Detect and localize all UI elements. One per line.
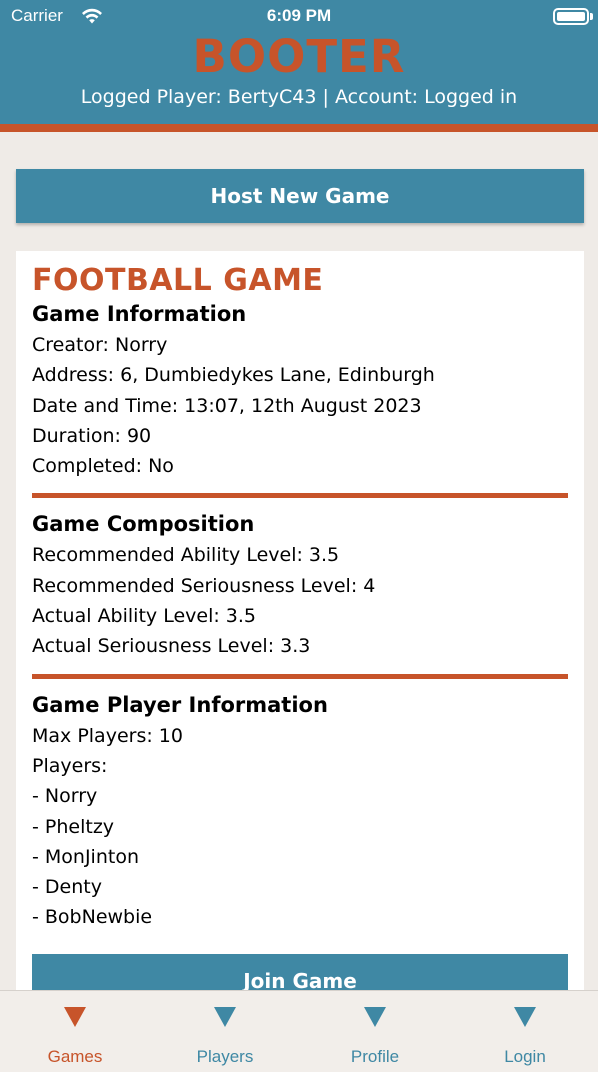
section-divider <box>32 493 568 499</box>
players-label: Players: <box>32 754 108 777</box>
player-list-item: - Denty <box>32 876 102 899</box>
player-list-item: - BobNewbie <box>32 906 153 929</box>
game-player-information-heading: Game Player Information <box>32 692 328 717</box>
actual-seriousness-text: Actual Seriousness Level: 3.3 <box>32 635 311 658</box>
tab-games[interactable]: Games <box>0 991 150 1072</box>
player-list-item: - Norry <box>32 785 98 808</box>
app-brand-title: BOOTER <box>192 30 406 83</box>
tab-players[interactable]: Players <box>150 991 300 1072</box>
status-time: 6:09 PM <box>266 6 332 25</box>
tab-login[interactable]: Login <box>450 991 598 1072</box>
game-information-heading: Game Information <box>32 302 247 326</box>
game-player-section: Max Players: 10 Players: - Norry - Phelt… <box>32 721 568 933</box>
datetime-text: Date and Time: 13:07, 12th August 2023 <box>32 394 422 417</box>
app-header: Carrier 6:09 PM BOOTER Logged Player: Be… <box>0 0 598 126</box>
bottom-tab-bar: Games Players Profile Login <box>0 990 598 1072</box>
actual-ability-text: Actual Ability Level: 3.5 <box>32 605 257 628</box>
address-text: Address: 6, Dumbiedykes Lane, Edinburgh <box>32 364 435 387</box>
recommended-ability-text: Recommended Ability Level: 3.5 <box>32 544 340 567</box>
game-card: FOOTBALL GAME Game Information Creator: … <box>16 251 584 1011</box>
triangle-down-icon <box>514 1007 536 1027</box>
tab-label: Players <box>196 1047 254 1066</box>
logged-player-info: Logged Player: BertyC43 | Account: Logge… <box>80 86 518 108</box>
player-list-item: - Pheltzy <box>32 815 115 838</box>
host-new-game-button[interactable]: Host New Game <box>16 169 584 223</box>
status-bar: Carrier 6:09 PM <box>0 0 598 34</box>
tab-label: Games <box>47 1047 103 1066</box>
game-card-title: FOOTBALL GAME <box>32 263 324 298</box>
game-composition-heading: Game Composition <box>32 512 255 537</box>
tab-label: Login <box>504 1047 546 1066</box>
battery-icon <box>553 8 589 25</box>
section-divider <box>32 673 568 679</box>
player-list-item: - MonJinton <box>32 845 139 868</box>
max-players-text: Max Players: 10 <box>32 724 183 747</box>
triangle-down-icon <box>64 1007 86 1027</box>
completed-text: Completed: No <box>32 455 174 478</box>
tab-label: Profile <box>350 1047 400 1066</box>
recommended-seriousness-text: Recommended Seriousness Level: 4 <box>32 574 376 597</box>
triangle-down-icon <box>214 1007 236 1027</box>
duration-text: Duration: 90 <box>32 424 152 447</box>
creator-text: Creator: Norry <box>32 334 168 356</box>
triangle-down-icon <box>364 1007 386 1027</box>
tab-profile[interactable]: Profile <box>300 991 450 1072</box>
header-divider <box>0 124 598 132</box>
game-information-section: Creator: Norry Address: 6, Dumbiedykes L… <box>32 330 568 481</box>
battery-nub <box>590 13 593 20</box>
game-composition-section: Recommended Ability Level: 3.5 Recommend… <box>32 540 568 661</box>
